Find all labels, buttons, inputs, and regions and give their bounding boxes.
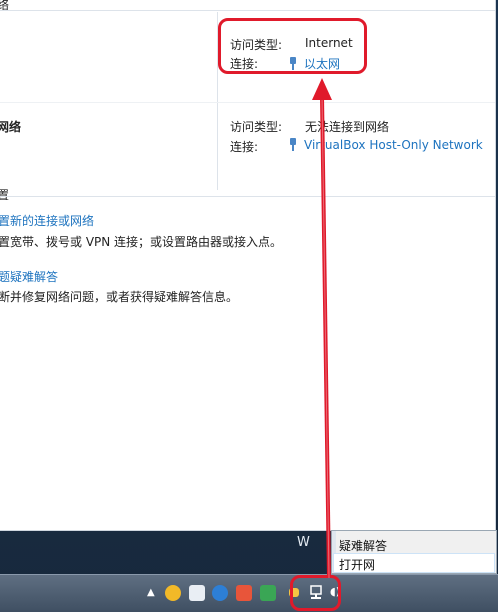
annotation-arrow-icon <box>312 78 332 579</box>
